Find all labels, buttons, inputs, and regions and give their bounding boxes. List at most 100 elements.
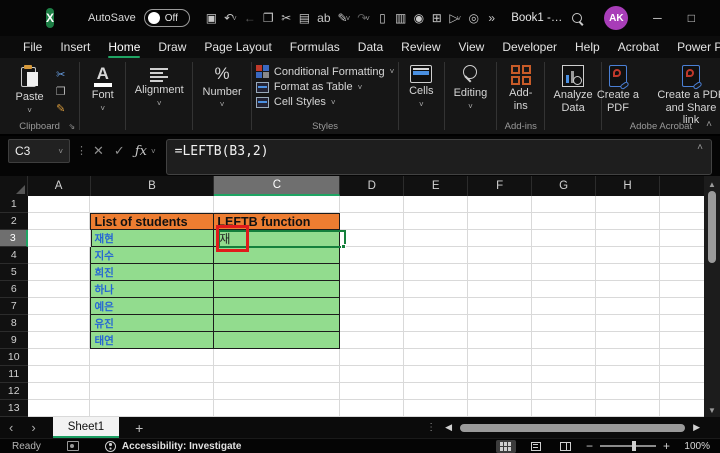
ribbon-tab-draw[interactable]: Draw <box>149 37 195 57</box>
cut-icon[interactable]: ✂ <box>279 7 294 29</box>
zoom-level[interactable]: 100% <box>680 441 710 452</box>
page-layout-view-button[interactable] <box>526 440 546 453</box>
row-header-4[interactable]: 4 <box>0 247 28 264</box>
column-header-G[interactable]: G <box>532 176 596 196</box>
cell-D5[interactable] <box>340 264 404 281</box>
column-header-B[interactable]: B <box>91 176 215 196</box>
cell-A2[interactable] <box>28 213 91 230</box>
name-box[interactable]: C3 ˅ <box>8 139 70 163</box>
ribbon-tab-formulas[interactable]: Formulas <box>281 37 349 57</box>
accessibility-status[interactable]: Accessibility: Investigate <box>105 441 242 452</box>
cell-F1[interactable] <box>468 196 532 213</box>
cell-G12[interactable] <box>532 383 596 400</box>
collapse-formula-bar-icon[interactable]: ˄ <box>697 142 703 153</box>
cell-D10[interactable] <box>340 349 404 366</box>
normal-view-button[interactable] <box>496 440 516 453</box>
zoom-slider[interactable] <box>600 445 656 447</box>
row-header-13[interactable]: 13 <box>0 400 28 417</box>
cell-D9[interactable] <box>340 332 404 349</box>
cell-H12[interactable] <box>596 383 660 400</box>
cell-B1[interactable] <box>90 196 214 213</box>
ribbon-tab-home[interactable]: Home <box>99 37 149 57</box>
cell-F12[interactable] <box>468 383 532 400</box>
ribbon-tab-data[interactable]: Data <box>349 37 392 57</box>
cell-E11[interactable] <box>404 366 468 383</box>
cell-G13[interactable] <box>532 400 596 417</box>
cell-E10[interactable] <box>404 349 468 366</box>
cell-H8[interactable] <box>596 315 660 332</box>
cell-H6[interactable] <box>596 281 660 298</box>
cell-C3[interactable]: 재 <box>214 230 340 247</box>
ribbon-tab-page-layout[interactable]: Page Layout <box>195 37 280 57</box>
cell-D1[interactable] <box>340 196 404 213</box>
cell-C11[interactable] <box>214 366 340 383</box>
editing-menu-button[interactable]: Editing ˅ <box>448 62 494 114</box>
row-header-11[interactable]: 11 <box>0 366 28 383</box>
table-edit-icon[interactable]: ⊞ <box>429 7 444 29</box>
cell-E6[interactable] <box>404 281 468 298</box>
column-header-F[interactable]: F <box>468 176 532 196</box>
cell-E7[interactable] <box>404 298 468 315</box>
row-header-10[interactable]: 10 <box>0 349 28 366</box>
cell-styles-button[interactable]: Cell Styles ˅ <box>256 96 394 108</box>
cell-H11[interactable] <box>596 366 660 383</box>
cell-C9[interactable] <box>214 332 340 349</box>
cell-G6[interactable] <box>532 281 596 298</box>
cell-B5[interactable]: 희진 <box>90 264 214 281</box>
cancel-formula-button[interactable]: ✕ <box>93 143 104 159</box>
cell-A10[interactable] <box>28 349 91 366</box>
cell-H5[interactable] <box>596 264 660 281</box>
splitter-handle-icon[interactable]: ⋮ <box>426 422 437 433</box>
cell-H1[interactable] <box>596 196 660 213</box>
cell-C1[interactable] <box>214 196 340 213</box>
camera-icon[interactable]: ◉ <box>411 7 426 29</box>
cell-B6[interactable]: 하나 <box>90 281 214 298</box>
add-sheet-button[interactable]: + <box>119 420 159 436</box>
cell-B7[interactable]: 예은 <box>90 298 214 315</box>
scroll-down-icon[interactable]: ▼ <box>708 406 716 415</box>
scroll-right-icon[interactable]: ▶ <box>693 422 700 433</box>
cell-H9[interactable] <box>596 332 660 349</box>
cell-E12[interactable] <box>404 383 468 400</box>
excel-app-icon[interactable]: X <box>46 8 54 28</box>
cell-B13[interactable] <box>90 400 214 417</box>
insert-function-button[interactable]: ƒx <box>135 144 147 159</box>
cell-A8[interactable] <box>28 315 91 332</box>
close-button[interactable]: ✕ <box>708 0 720 36</box>
cell-F9[interactable] <box>468 332 532 349</box>
cell-D8[interactable] <box>340 315 404 332</box>
cell-B9[interactable]: 태연 <box>90 332 214 349</box>
cell-A1[interactable] <box>28 196 91 213</box>
addins-button[interactable]: Add-ins <box>501 62 540 115</box>
cell-C6[interactable] <box>214 281 340 298</box>
macro-record-icon[interactable] <box>67 441 79 451</box>
cell-C12[interactable] <box>214 383 340 400</box>
autosave-control[interactable]: AutoSave Off <box>88 9 190 27</box>
collapse-ribbon-icon[interactable]: ˄ <box>706 119 712 130</box>
back-icon[interactable]: ← <box>242 7 258 29</box>
cell-A5[interactable] <box>28 264 91 281</box>
row-header-7[interactable]: 7 <box>0 298 28 315</box>
cell-F6[interactable] <box>468 281 532 298</box>
column-header-C[interactable]: C <box>214 176 340 196</box>
column-header-H[interactable]: H <box>596 176 660 196</box>
ribbon-tab-power-pivot[interactable]: Power Pivot <box>668 37 720 57</box>
cell-D11[interactable] <box>340 366 404 383</box>
copy-button[interactable]: ❐ <box>52 84 70 98</box>
printer-icon[interactable]: ▥ <box>393 7 408 29</box>
dialog-launcher-icon[interactable]: ⇘ <box>69 122 76 131</box>
ribbon-tab-acrobat[interactable]: Acrobat <box>609 37 668 57</box>
conditional-formatting-button[interactable]: Conditional Formatting ˅ <box>256 65 394 78</box>
paste-picture-icon[interactable]: ▤ <box>297 7 312 29</box>
row-header-1[interactable]: 1 <box>0 196 28 213</box>
row-header-8[interactable]: 8 <box>0 315 28 332</box>
cells-menu-button[interactable]: Cells ˅ <box>403 62 439 112</box>
cell-E9[interactable] <box>404 332 468 349</box>
autosave-toggle[interactable]: Off <box>144 9 190 27</box>
column-header-E[interactable]: E <box>404 176 468 196</box>
cell-G11[interactable] <box>532 366 596 383</box>
cell-A13[interactable] <box>28 400 91 417</box>
cell-G3[interactable] <box>532 230 596 247</box>
ribbon-tab-view[interactable]: View <box>450 37 494 57</box>
cell-F8[interactable] <box>468 315 532 332</box>
